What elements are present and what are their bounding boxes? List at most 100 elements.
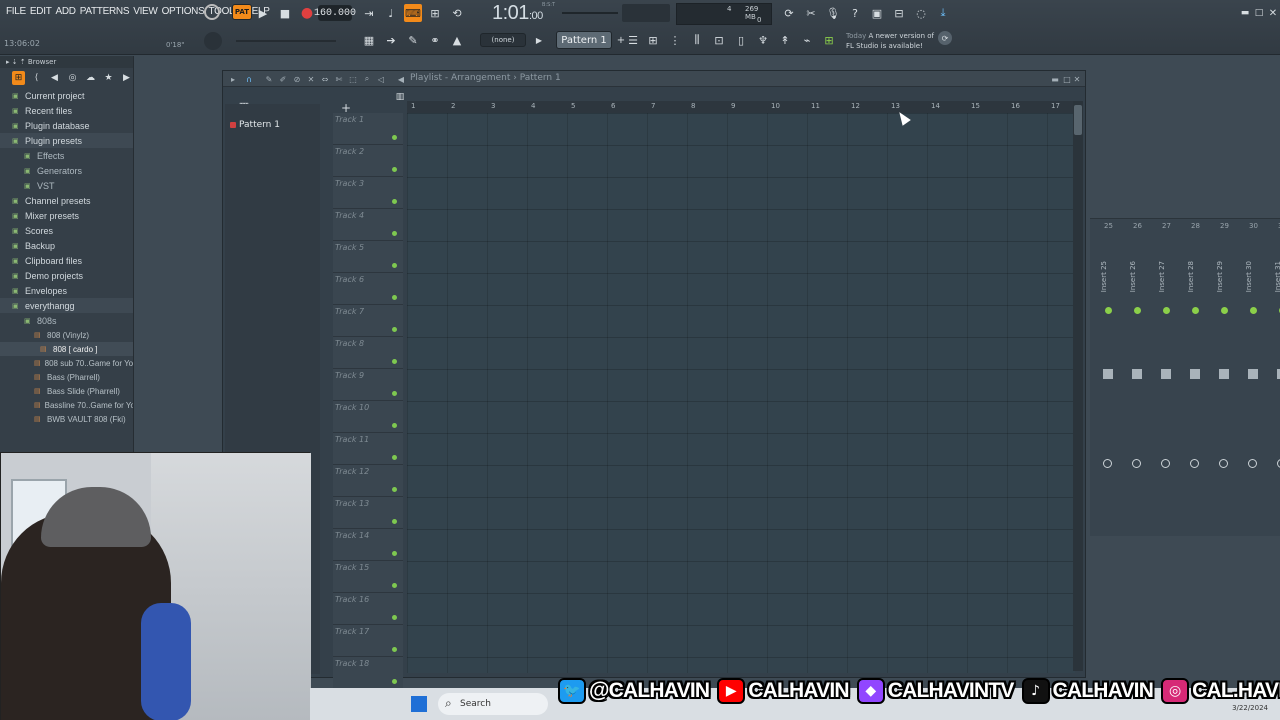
select-icon[interactable]: ⬚ [347, 73, 359, 85]
track-mute-led[interactable] [392, 615, 397, 620]
browser-item[interactable]: ▣ Generators [0, 163, 133, 178]
track-header[interactable]: Track 2 [333, 145, 403, 177]
browser-back-icon[interactable]: ◀ [48, 71, 61, 85]
cable-icon[interactable]: ⌁ [798, 31, 816, 49]
browser-collapse-icon[interactable]: ⟨ [30, 71, 43, 85]
browser-item[interactable]: ▤ 808 (Vinylz) [0, 328, 133, 342]
taskbar-search[interactable]: Search [438, 692, 548, 715]
mixer-strip[interactable]: 29 Insert 29 [1210, 219, 1238, 519]
mixer-fader[interactable] [1219, 369, 1229, 379]
mute-icon[interactable]: ✕ [305, 73, 317, 85]
browser-item[interactable]: ▤ Bass (Pharrell) [0, 370, 133, 384]
mixer-pan-knob[interactable] [1161, 459, 1170, 468]
browser-item[interactable]: ▣ everythangg [0, 298, 133, 313]
browser-item[interactable]: ▣ Mixer presets [0, 208, 133, 223]
mixer-fader[interactable] [1248, 369, 1258, 379]
track-header[interactable]: Track 11 [333, 433, 403, 465]
save-icon[interactable]: ▣ [868, 4, 886, 22]
slip-icon[interactable]: ⇔ [319, 73, 331, 85]
download-icon[interactable]: ⤓ [934, 4, 952, 22]
mixer-pan-knob[interactable] [1248, 459, 1257, 468]
delete-icon[interactable]: ⊘ [291, 73, 303, 85]
link-icon[interactable]: ⚭ [426, 31, 444, 49]
snap-select[interactable]: (none) [480, 33, 526, 47]
mixer-pan-knob[interactable] [1132, 459, 1141, 468]
cut-icon[interactable]: ✂ [802, 4, 820, 22]
timeline-ruler[interactable]: 1 2 3 4 5 6 7 8 9 10 11 12 13 14 15 16 17 [407, 101, 1075, 113]
mixer-pan-knob[interactable] [1190, 459, 1199, 468]
pattern-prev-icon[interactable]: ▶ [530, 31, 548, 49]
zoom-knob-icon[interactable] [204, 32, 222, 50]
browser-item[interactable]: ▣ Scores [0, 223, 133, 238]
browser-item[interactable]: ▣ VST [0, 178, 133, 193]
horizontal-scroll-slider[interactable] [236, 40, 336, 42]
browser-arrow-icon[interactable]: ▸ ⇣ ⇡ [6, 58, 28, 66]
mixer-strip[interactable]: 28 Insert 28 [1181, 219, 1209, 519]
channel-rack-icon[interactable]: ⊞ [644, 31, 662, 49]
browser-item[interactable]: ▣ Backup [0, 238, 133, 253]
browser-item[interactable]: ▣ Clipboard files [0, 253, 133, 268]
browser-item[interactable]: ▤ 808 sub 70..Game for You [0, 356, 133, 370]
step-edit-icon[interactable]: ⊞ [426, 4, 444, 22]
pattern-select[interactable]: Pattern 1 [556, 31, 612, 49]
slice-icon[interactable]: ✄ [333, 73, 345, 85]
track-header[interactable]: Track 4 [333, 209, 403, 241]
browser-item[interactable]: ▤ 808 [ cardo ] [0, 342, 133, 356]
typing-keyboard-icon[interactable]: ⌨ [404, 4, 422, 22]
menu-item-add[interactable]: ADD [54, 6, 78, 17]
browser-item[interactable]: ▣ Current project [0, 88, 133, 103]
browser-item[interactable]: ▣ Demo projects [0, 268, 133, 283]
track-mute-led[interactable] [392, 583, 397, 588]
mixer-send-knob[interactable] [1105, 307, 1112, 314]
news-panel[interactable]: Today A newer version of FL Studio is av… [846, 31, 934, 51]
mixer-fader[interactable] [1103, 369, 1113, 379]
track-mute-led[interactable] [392, 487, 397, 492]
browser-item[interactable]: ▣ Effects [0, 148, 133, 163]
browser-item[interactable]: ▤ BWB VAULT 808 (Fki) [0, 412, 133, 426]
pattern-item[interactable]: Pattern 1 [227, 118, 317, 133]
menu-item-edit[interactable]: EDIT [28, 6, 54, 17]
track-mute-led[interactable] [392, 551, 397, 556]
track-mute-led[interactable] [392, 679, 397, 684]
playback-icon[interactable]: ◁ [375, 73, 387, 85]
file-icon[interactable]: ▯ [732, 31, 750, 49]
vertical-scrollbar[interactable] [1073, 101, 1083, 671]
track-mute-led[interactable] [392, 391, 397, 396]
track-header[interactable]: Track 16 [333, 593, 403, 625]
track-mute-led[interactable] [392, 199, 397, 204]
shop-icon[interactable]: ⊞ [820, 31, 838, 49]
track-header[interactable]: Track 14 [333, 529, 403, 561]
mixer-pan-knob[interactable] [1103, 459, 1112, 468]
render-icon[interactable]: ⊟ [890, 4, 908, 22]
windows-start-icon[interactable] [411, 696, 427, 712]
browser-view-icon[interactable]: ⊞ [12, 71, 25, 85]
scroll-thumb[interactable] [1074, 105, 1082, 135]
tempo-tap-icon[interactable]: ↟ [776, 31, 794, 49]
stop-icon[interactable]: ■ [276, 4, 294, 22]
menu-item-options[interactable]: OPTIONS [160, 6, 207, 17]
browser-item[interactable]: ▣ Recent files [0, 103, 133, 118]
browser-cloud-icon[interactable]: ☁ [84, 71, 97, 85]
master-pitch-slider[interactable] [622, 4, 670, 22]
arrangement-grid[interactable] [407, 113, 1075, 673]
mixer-pan-knob[interactable] [1219, 459, 1228, 468]
track-header[interactable]: Track 12 [333, 465, 403, 497]
browser-item[interactable]: ▣ Plugin database [0, 118, 133, 133]
mixer-send-knob[interactable] [1221, 307, 1228, 314]
track-header[interactable]: Track 10 [333, 401, 403, 433]
menu-item-patterns[interactable]: PATTERNS [78, 6, 131, 17]
menu-item-file[interactable]: FILE [4, 6, 28, 17]
track-mute-led[interactable] [392, 231, 397, 236]
chat-icon[interactable]: ◌ [912, 4, 930, 22]
zoom-icon[interactable]: ⌕ [361, 73, 373, 85]
piano-roll-icon[interactable]: ▦ [360, 31, 378, 49]
mixer-strip[interactable]: 27 Insert 27 [1152, 219, 1180, 519]
close-icon[interactable]: ✕ [1264, 4, 1280, 22]
track-mute-led[interactable] [392, 263, 397, 268]
snap-icon[interactable]: ⇥ [360, 4, 378, 22]
update-icon[interactable]: ⟳ [938, 31, 952, 45]
window-arrow-icon[interactable]: ◀ [395, 73, 407, 85]
mixer-send-knob[interactable] [1163, 307, 1170, 314]
undo-history-icon[interactable]: ⟳ [780, 4, 798, 22]
track-mute-led[interactable] [392, 359, 397, 364]
